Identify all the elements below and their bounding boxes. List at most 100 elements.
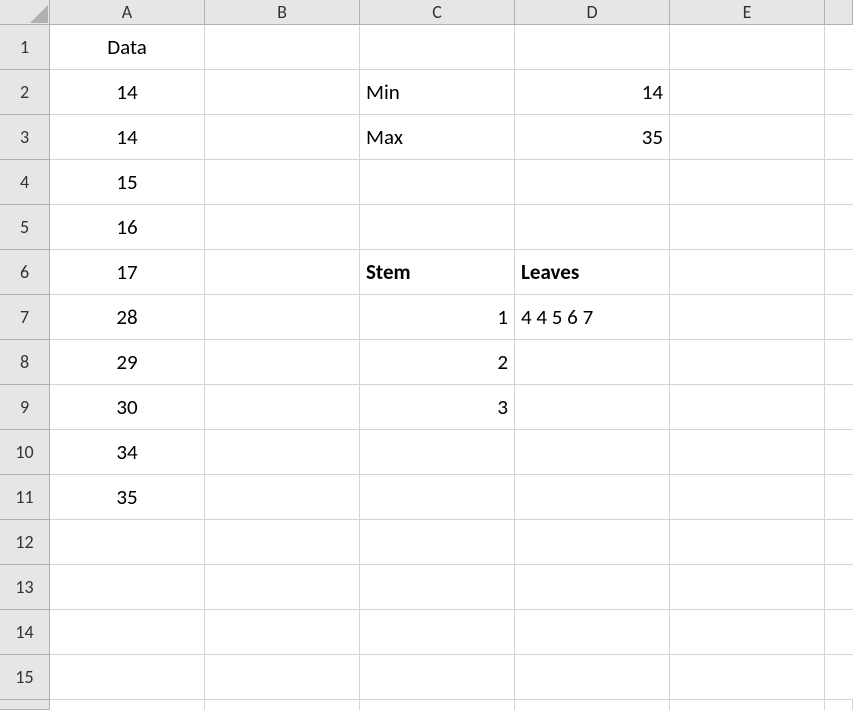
edge-col-4 [825,160,853,205]
cell-E12[interactable] [670,520,825,565]
cell-E2[interactable] [670,70,825,115]
row-header-10[interactable]: 10 [0,430,50,475]
cell-C4[interactable] [360,160,515,205]
row-header-13[interactable]: 13 [0,565,50,610]
cell-B11[interactable] [205,475,360,520]
cell-E4[interactable] [670,160,825,205]
cell-E14[interactable] [670,610,825,655]
cell-E8[interactable] [670,340,825,385]
cell-D9[interactable] [515,385,670,430]
cell-A15[interactable] [50,655,205,700]
cell-B2[interactable] [205,70,360,115]
cell-A2[interactable]: 14 [50,70,205,115]
row-header-5[interactable]: 5 [0,205,50,250]
cell-A7[interactable]: 28 [50,295,205,340]
cell-B1[interactable] [205,25,360,70]
cell-E1[interactable] [670,25,825,70]
cell-D12[interactable] [515,520,670,565]
cell-A11[interactable]: 35 [50,475,205,520]
row-header-12[interactable]: 12 [0,520,50,565]
cell-B13[interactable] [205,565,360,610]
cell-C6[interactable]: Stem [360,250,515,295]
cell-E10[interactable] [670,430,825,475]
cell-C11[interactable] [360,475,515,520]
cell-B7[interactable] [205,295,360,340]
edge-col-3 [825,115,853,160]
cell-B3[interactable] [205,115,360,160]
cell-B6[interactable] [205,250,360,295]
cell-A5[interactable]: 16 [50,205,205,250]
cell-C15[interactable] [360,655,515,700]
cell-C5[interactable] [360,205,515,250]
cell-E11[interactable] [670,475,825,520]
cell-D6[interactable]: Leaves [515,250,670,295]
select-all-corner[interactable] [0,0,50,25]
cell-B9[interactable] [205,385,360,430]
cell-C2[interactable]: Min [360,70,515,115]
cell-D14[interactable] [515,610,670,655]
cell-A3[interactable]: 14 [50,115,205,160]
row-header-3[interactable]: 3 [0,115,50,160]
cell-A13[interactable] [50,565,205,610]
cell-D4[interactable] [515,160,670,205]
cell-B14[interactable] [205,610,360,655]
cell-E5[interactable] [670,205,825,250]
cell-B10[interactable] [205,430,360,475]
cell-D3[interactable]: 35 [515,115,670,160]
cell-C3[interactable]: Max [360,115,515,160]
cell-A1[interactable]: Data [50,25,205,70]
cell-D15[interactable] [515,655,670,700]
row-header-11[interactable]: 11 [0,475,50,520]
row-header-4[interactable]: 4 [0,160,50,205]
row-header-9[interactable]: 9 [0,385,50,430]
cell-D2[interactable]: 14 [515,70,670,115]
cell-A6[interactable]: 17 [50,250,205,295]
row-header-7[interactable]: 7 [0,295,50,340]
cell-E15[interactable] [670,655,825,700]
col-header-C[interactable]: C [360,0,515,25]
cell-B8[interactable] [205,340,360,385]
cell-D5[interactable] [515,205,670,250]
cell-A10[interactable]: 34 [50,430,205,475]
cell-B12[interactable] [205,520,360,565]
row-header-14[interactable]: 14 [0,610,50,655]
cell-C1[interactable] [360,25,515,70]
cell-D10[interactable] [515,430,670,475]
cell-C7[interactable]: 1 [360,295,515,340]
row-header-15[interactable]: 15 [0,655,50,700]
edge-col-15 [825,655,853,700]
cell-C12[interactable] [360,520,515,565]
col-header-D[interactable]: D [515,0,670,25]
cell-A14[interactable] [50,610,205,655]
col-header-E[interactable]: E [670,0,825,25]
cell-E9[interactable] [670,385,825,430]
edge-col-12 [825,520,853,565]
row-header-6[interactable]: 6 [0,250,50,295]
cell-E7[interactable] [670,295,825,340]
cell-D7[interactable]: 4 4 5 6 7 [515,295,670,340]
cell-A9[interactable]: 30 [50,385,205,430]
cell-C13[interactable] [360,565,515,610]
col-header-B[interactable]: B [205,0,360,25]
row-header-8[interactable]: 8 [0,340,50,385]
cell-C10[interactable] [360,430,515,475]
cell-C14[interactable] [360,610,515,655]
cell-B4[interactable] [205,160,360,205]
cell-C8[interactable]: 2 [360,340,515,385]
cell-A8[interactable]: 29 [50,340,205,385]
cell-C9[interactable]: 3 [360,385,515,430]
cell-D8[interactable] [515,340,670,385]
row-header-2[interactable]: 2 [0,70,50,115]
cell-E3[interactable] [670,115,825,160]
cell-A12[interactable] [50,520,205,565]
cell-D1[interactable] [515,25,670,70]
cell-E13[interactable] [670,565,825,610]
cell-A4[interactable]: 15 [50,160,205,205]
cell-E6[interactable] [670,250,825,295]
row-header-1[interactable]: 1 [0,25,50,70]
cell-D13[interactable] [515,565,670,610]
col-header-A[interactable]: A [50,0,205,25]
cell-B5[interactable] [205,205,360,250]
cell-B15[interactable] [205,655,360,700]
cell-D11[interactable] [515,475,670,520]
